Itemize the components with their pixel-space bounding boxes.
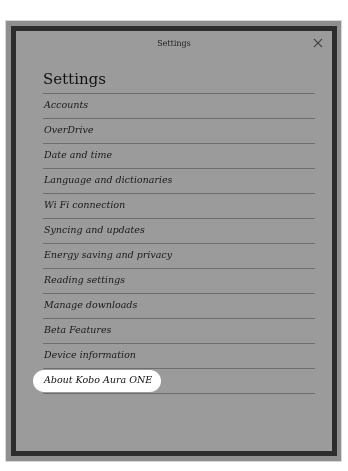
menu-item-label: Syncing and updates <box>44 225 145 236</box>
menu-item-overdrive[interactable]: OverDrive <box>43 118 315 143</box>
menu-item-reading-settings[interactable]: Reading settings <box>43 268 315 293</box>
page-title: Settings <box>43 70 106 88</box>
menu-item-date-and-time[interactable]: Date and time <box>43 143 315 168</box>
menu-item-label: Wi Fi connection <box>44 200 126 211</box>
dialog-header-title: Settings <box>157 39 191 48</box>
menu-item-label: OverDrive <box>44 125 94 136</box>
menu-item-label: About Kobo Aura ONE <box>44 375 153 386</box>
menu-item-energy-saving-and-privacy[interactable]: Energy saving and privacy <box>43 243 315 268</box>
menu-item-label: Language and dictionaries <box>44 175 173 186</box>
menu-item-device-information[interactable]: Device information <box>43 343 315 368</box>
menu-item-label: Accounts <box>44 100 89 111</box>
menu-item-label: Beta Features <box>44 325 112 336</box>
menu-item-wifi-connection[interactable]: Wi Fi connection <box>43 193 315 218</box>
close-button[interactable] <box>312 37 324 49</box>
menu-item-syncing-and-updates[interactable]: Syncing and updates <box>43 218 315 243</box>
settings-menu: Accounts OverDrive Date and time Languag… <box>33 93 315 394</box>
dialog-header: Settings <box>16 31 332 59</box>
menu-item-manage-downloads[interactable]: Manage downloads <box>43 293 315 318</box>
menu-item-label: Energy saving and privacy <box>44 250 173 261</box>
menu-item-about-kobo-aura-one[interactable]: About Kobo Aura ONE <box>33 368 315 394</box>
menu-item-label: Manage downloads <box>44 300 138 311</box>
menu-item-label: Device information <box>44 350 136 361</box>
menu-item-label: Reading settings <box>44 275 126 286</box>
menu-item-language-and-dictionaries[interactable]: Language and dictionaries <box>43 168 315 193</box>
settings-dialog: Settings Settings Accounts OverDrive Dat… <box>16 31 332 451</box>
close-icon <box>313 38 323 48</box>
menu-item-beta-features[interactable]: Beta Features <box>43 318 315 343</box>
menu-item-accounts[interactable]: Accounts <box>43 93 315 118</box>
menu-item-label: Date and time <box>44 150 113 161</box>
